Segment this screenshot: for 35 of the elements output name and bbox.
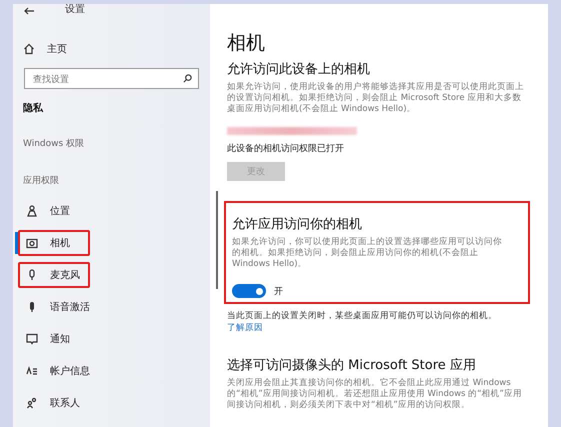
person-pin-icon [26, 205, 38, 217]
sidebar-item[interactable]: 相机 [18, 230, 90, 256]
scrollbar[interactable] [216, 191, 218, 289]
group-label: 应用权限 [22, 174, 60, 188]
page-title: 相机 [227, 31, 266, 56]
sidebar-item[interactable]: 位置 [18, 198, 210, 224]
note-text: 当此页面上的设置关闭时，某些桌面应用可能仍可以访问你的相机。 了解原因 [227, 310, 498, 334]
message-icon [26, 333, 38, 345]
toggle-label: 开 [274, 286, 283, 298]
search-input[interactable]: 查找设置 [31, 72, 183, 84]
section-title: 隐私 [22, 102, 44, 116]
search-field[interactable]: 查找设置 [24, 68, 199, 89]
back-icon[interactable] [23, 7, 35, 15]
sidebar-item[interactable]: 麦克风 [18, 262, 90, 288]
toggle-switch[interactable] [232, 284, 266, 298]
description: 如果允许访问，使用此设备的用户将能够选择其应用是否可以使用此页面上的设置访问相机。如果拒绝访问，则会阻止 Microsoft Store 应用和大多数桌面应用访问相机(不会阻止 Windows Hello)。 [227, 82, 525, 115]
camera-icon [26, 237, 38, 249]
section-heading: 允许应用访问你的相机 [232, 216, 363, 233]
sidebar-item[interactable]: 语音激活 [18, 294, 210, 320]
home-icon[interactable] [23, 43, 35, 55]
section-heading: 允许访问此设备上的相机 [227, 61, 371, 78]
group-label: Windows 权限 [22, 138, 86, 151]
description: 关闭应用会阻止其直接访问你的相机。它不会阻止此应用通过 Windows 的“相机”应用间接访问相机。若还想阻止应用使用 Windows 的“相机”应用间接访问相机，则必须关闭下表中对“相机”应用的访问权限。 [227, 378, 523, 411]
section-heading: 选择可访问摄像头的 Microsoft Store 应用 [227, 357, 477, 374]
sidebar-item[interactable]: 帐户信息 [18, 358, 210, 384]
sidebar-item[interactable]: 联系人 [18, 390, 210, 416]
account-info-icon [26, 365, 38, 377]
sidebar-item[interactable]: 通知 [18, 326, 210, 352]
learn-more-link[interactable]: 了解原因 [227, 323, 263, 333]
status-text: 此设备的相机访问权限已打开 [227, 142, 345, 155]
search-icon[interactable] [183, 74, 192, 83]
contacts-icon [26, 397, 38, 409]
window-title: 设置 [65, 5, 85, 15]
home-link[interactable]: 主页 [47, 42, 67, 56]
description: 如果允许访问，你可以使用此页面上的设置选择哪些应用可以访问你的相机。如果拒绝访问，则会阻止应用访问你的相机(不会阻止 Windows Hello)。 [232, 237, 503, 270]
